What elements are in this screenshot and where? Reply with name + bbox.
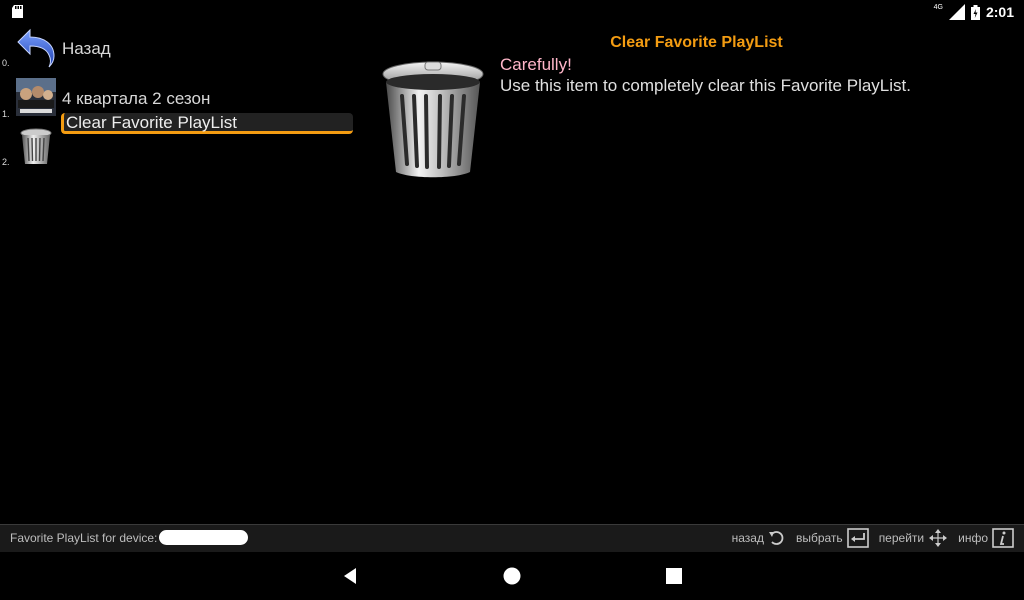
hint-info-label: инфо [958,531,988,545]
item-index: 0. [2,58,10,68]
system-nav-bar [0,552,1024,600]
hint-navigate[interactable]: перейти [879,528,948,548]
info-icon [992,528,1014,548]
bottom-info-bar: Favorite PlayList for device: назад выбр… [0,524,1024,552]
dpad-icon [929,529,948,547]
nav-home-icon[interactable] [502,566,522,586]
nav-recents-icon[interactable] [664,566,684,586]
enter-icon [846,528,869,548]
sd-card-icon [12,5,23,18]
back-arrow-icon [17,28,55,68]
device-label: Favorite PlayList for device: [10,531,158,545]
network-type: 4G [933,3,943,11]
hint-select[interactable]: выбрать [796,528,869,548]
nav-back-icon[interactable] [340,566,360,586]
battery-icon [970,4,980,20]
hint-navigate-label: перейти [878,531,925,545]
clock: 2:01 [985,4,1014,20]
hint-info[interactable]: инфо [958,528,1014,548]
status-bar: 4G 2:01 [0,0,1024,24]
list-item-label: Назад [62,39,111,58]
list-item-label: 4 квартала 2 сезон [62,89,211,108]
trash-can-large-icon [382,61,484,178]
video-thumbnail [16,78,56,116]
list-item-label-selected: Clear Favorite PlayList [66,113,238,132]
key-hints: назад выбрать перейти инфо [732,528,1014,548]
hint-select-label: выбрать [795,531,843,545]
detail-description: Use this item to completely clear this F… [500,76,911,95]
device-name-redacted [159,530,248,545]
undo-icon [768,531,784,545]
hint-back[interactable]: назад [732,529,786,547]
detail-warning: Carefully! [500,55,572,74]
item-index: 1. [2,109,10,119]
trash-can-icon [20,128,52,164]
hint-back-label: назад [731,531,764,545]
list-item-back[interactable]: 0. Назад [0,24,370,72]
signal-icon [948,4,965,20]
detail-title: Clear Favorite PlayList [610,34,783,51]
item-index: 2. [2,157,10,167]
